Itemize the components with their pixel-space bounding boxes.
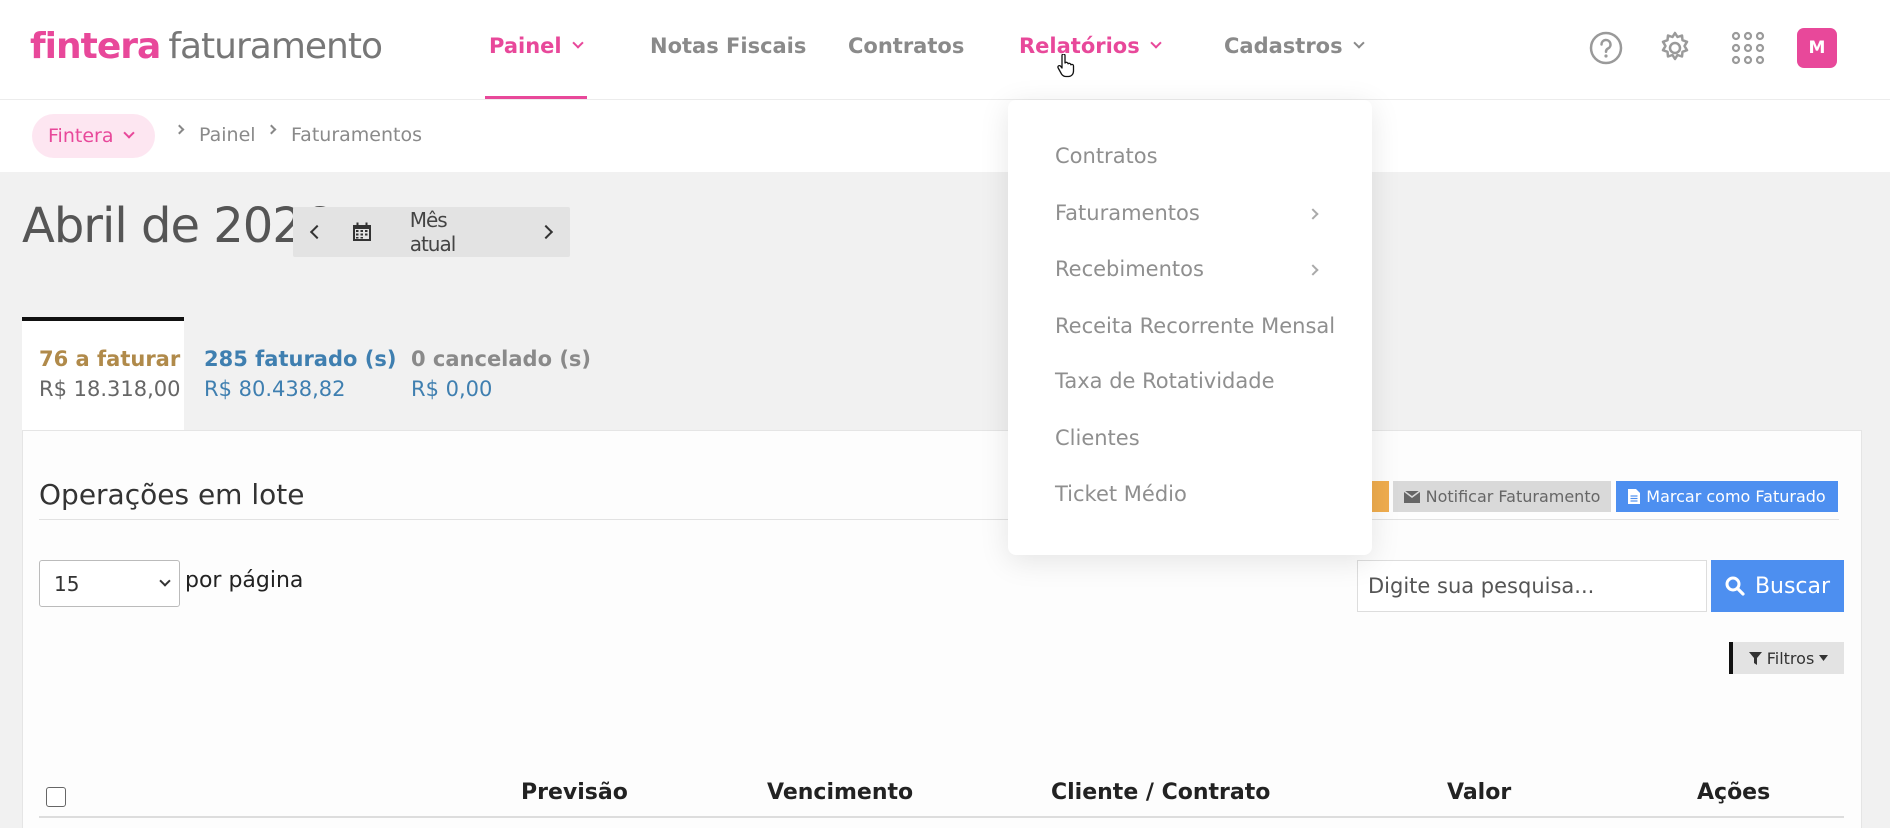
nav-contratos[interactable]: Contratos [848, 34, 964, 58]
logo-product: faturamento [168, 26, 383, 67]
menu-item-recebimentos[interactable]: Recebimentos [1055, 257, 1204, 281]
select-all-checkbox[interactable] [46, 787, 66, 807]
page-title: Abril de 2026 [22, 198, 332, 254]
nav-relatorios-label: Relatórios [1019, 34, 1140, 58]
nav-relatorios[interactable]: Relatórios [1019, 34, 1162, 58]
batch-operations-title: Operações em lote [39, 478, 305, 511]
divider [39, 519, 1839, 520]
summary-title: 76 a faturar [39, 347, 181, 371]
menu-item-receita-recorrente-mensal[interactable]: Receita Recorrente Mensal [1055, 314, 1335, 338]
nav-cadastros[interactable]: Cadastros [1224, 34, 1365, 58]
nav-contratos-label: Contratos [848, 34, 965, 58]
per-page-select[interactable]: 15 [39, 560, 180, 607]
nav-painel[interactable]: Painel [489, 34, 584, 58]
next-month-button[interactable] [521, 207, 570, 257]
nav-painel-label: Painel [489, 34, 562, 58]
mark-as-billed-button[interactable]: Marcar como Faturado [1616, 481, 1838, 512]
filters-button[interactable]: Filtros [1729, 642, 1844, 674]
search-button-label: Buscar [1754, 573, 1831, 599]
chevron-down-icon [1352, 37, 1365, 49]
logo-brand: fintera [30, 26, 161, 67]
column-header-previsao[interactable]: Previsão [521, 780, 628, 805]
filter-icon [1748, 651, 1762, 665]
mouse-pointer-icon [1057, 54, 1075, 78]
column-header-cliente-contrato[interactable]: Cliente / Contrato [1051, 780, 1270, 805]
per-page-label: por página [185, 568, 304, 593]
avatar[interactable]: M [1797, 28, 1837, 68]
column-header-vencimento[interactable]: Vencimento [767, 780, 913, 805]
mark-as-billed-label: Marcar como Faturado [1646, 487, 1826, 506]
breadcrumb-separator-icon [174, 124, 185, 135]
active-nav-indicator [485, 96, 587, 99]
breadcrumb-faturamentos: Faturamentos [291, 124, 422, 146]
envelope-icon [1403, 490, 1420, 503]
top-navbar: fintera faturamento Painel Notas Fiscais … [0, 0, 1890, 100]
per-page-value: 15 [54, 571, 80, 596]
chevron-left-icon [310, 224, 325, 240]
gear-icon[interactable] [1657, 30, 1693, 66]
nav-notas-fiscais[interactable]: Notas Fiscais [650, 34, 806, 58]
breadcrumb-painel[interactable]: Painel [199, 124, 256, 146]
company-selector-label: Fintera [48, 125, 114, 147]
table-header-divider [39, 816, 1844, 818]
breadcrumb: Fintera Painel Faturamentos [0, 100, 1890, 172]
menu-item-clientes[interactable]: Clientes [1055, 426, 1140, 450]
summary-value: R$ 80.438,82 [204, 377, 346, 401]
search-input[interactable] [1357, 560, 1707, 612]
chevron-down-icon [159, 575, 171, 587]
summary-title: 0 cancelado (s) [411, 347, 592, 371]
notify-billing-button[interactable]: Notificar Faturamento [1393, 481, 1611, 512]
breadcrumb-separator-icon [266, 124, 277, 135]
chevron-down-icon [1150, 37, 1162, 49]
search-icon [1725, 576, 1745, 596]
file-icon [1628, 489, 1641, 504]
period-navigator: Mês atual [293, 207, 570, 257]
search-button[interactable]: Buscar [1711, 560, 1844, 612]
filters-label: Filtros [1766, 648, 1815, 668]
menu-item-taxa-de-rotatividade[interactable]: Taxa de Rotatividade [1055, 369, 1275, 393]
chevron-down-icon [123, 127, 136, 139]
nav-notas-fiscais-label: Notas Fiscais [650, 34, 807, 58]
menu-item-contratos[interactable]: Contratos [1055, 144, 1158, 168]
summary-title: 285 faturado (s) [204, 347, 397, 371]
help-icon[interactable] [1588, 30, 1624, 66]
summary-value: R$ 0,00 [411, 377, 493, 401]
column-header-acoes: Ações [1697, 780, 1771, 805]
app-logo[interactable]: fintera faturamento [30, 26, 383, 67]
summary-tab-faturado[interactable]: 285 faturado (s) R$ 80.438,82 [204, 347, 396, 401]
notify-billing-label: Notificar Faturamento [1425, 487, 1601, 506]
caret-down-icon [1819, 655, 1829, 661]
menu-item-faturamentos[interactable]: Faturamentos [1055, 201, 1200, 225]
chevron-down-icon [571, 37, 584, 49]
current-month-button[interactable]: Mês atual [410, 208, 496, 256]
apps-grid-icon[interactable] [1730, 30, 1766, 66]
summary-value: R$ 18.318,00 [39, 377, 181, 401]
company-selector[interactable]: Fintera [32, 114, 156, 158]
chevron-right-icon [538, 224, 553, 240]
calendar-icon[interactable] [352, 222, 372, 242]
nav-cadastros-label: Cadastros [1224, 34, 1343, 58]
summary-tab-a-faturar[interactable]: 76 a faturar R$ 18.318,00 [39, 347, 181, 401]
column-header-valor[interactable]: Valor [1447, 780, 1511, 805]
menu-item-ticket-medio[interactable]: Ticket Médio [1055, 482, 1187, 506]
previous-month-button[interactable] [293, 207, 342, 257]
summary-tab-cancelado[interactable]: 0 cancelado (s) R$ 0,00 [411, 347, 591, 401]
